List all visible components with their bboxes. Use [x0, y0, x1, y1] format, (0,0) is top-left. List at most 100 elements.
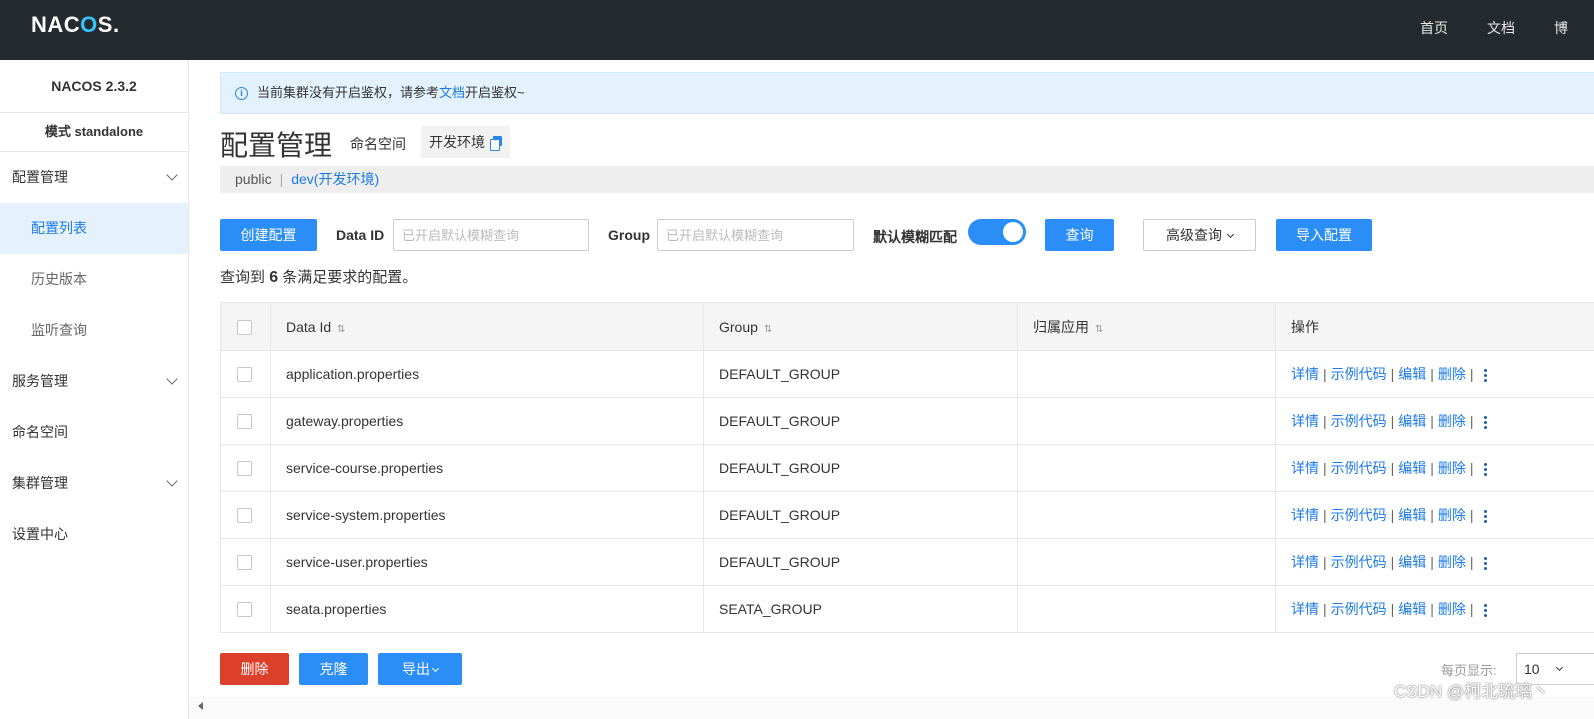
- sidebar-item-listener-query[interactable]: 监听查询: [0, 305, 188, 356]
- nav-blog-link[interactable]: 博: [1554, 18, 1568, 38]
- sidebar-item-label: 配置列表: [31, 220, 87, 236]
- sort-icon[interactable]: ⇅: [764, 324, 772, 335]
- detail-link[interactable]: 详情: [1291, 601, 1319, 617]
- more-options-icon[interactable]: [1483, 368, 1487, 382]
- detail-link[interactable]: 详情: [1291, 460, 1319, 476]
- delete-link[interactable]: 删除: [1438, 554, 1466, 570]
- sidebar-item-config-management[interactable]: 配置管理: [0, 152, 188, 203]
- notice-text: 当前集群没有开启鉴权，请参考: [257, 85, 440, 100]
- sidebar-item-settings[interactable]: 设置中心: [0, 509, 188, 560]
- more-options-icon[interactable]: [1483, 415, 1487, 429]
- scroll-left-icon[interactable]: [198, 702, 203, 710]
- column-group[interactable]: Group ⇅: [703, 302, 1018, 351]
- sidebar-item-label: 配置管理: [12, 169, 68, 185]
- detail-link[interactable]: 详情: [1291, 554, 1319, 570]
- group-input[interactable]: [657, 219, 854, 251]
- group-cell: SEATA_GROUP: [703, 585, 1018, 633]
- action-separator: |: [1390, 507, 1395, 523]
- delete-link[interactable]: 删除: [1438, 601, 1466, 617]
- data-id-cell: application.properties: [270, 350, 704, 398]
- notice-text-end: 开启鉴权~: [465, 85, 525, 100]
- row-checkbox[interactable]: [237, 602, 252, 618]
- column-label: 操作: [1291, 318, 1319, 335]
- edit-link[interactable]: 编辑: [1398, 601, 1426, 617]
- actions-cell: 详情 | 示例代码 | 编辑 | 删除 |: [1275, 444, 1594, 492]
- table-row: service-course.properties DEFAULT_GROUP 详情…: [220, 444, 1594, 492]
- namespace-switcher: public | dev(开发环境): [220, 166, 1594, 193]
- sample-code-link[interactable]: 示例代码: [1331, 507, 1387, 523]
- action-separator: |: [1469, 601, 1474, 617]
- chevron-down-icon: [166, 169, 178, 181]
- row-checkbox[interactable]: [237, 414, 252, 430]
- sidebar-item-history[interactable]: 历史版本: [0, 254, 188, 305]
- sidebar-item-service-management[interactable]: 服务管理: [0, 356, 188, 407]
- select-all-checkbox[interactable]: [237, 319, 252, 335]
- row-checkbox[interactable]: [237, 555, 252, 571]
- sidebar-item-config-list[interactable]: 配置列表: [0, 203, 188, 254]
- sort-icon[interactable]: ⇅: [337, 324, 345, 335]
- sample-code-link[interactable]: 示例代码: [1331, 601, 1387, 617]
- more-options-icon[interactable]: [1483, 603, 1487, 617]
- edit-link[interactable]: 编辑: [1398, 554, 1426, 570]
- detail-link[interactable]: 详情: [1291, 413, 1319, 429]
- action-separator: |: [1469, 413, 1474, 429]
- more-options-icon[interactable]: [1483, 462, 1487, 476]
- toggle-knob: [1003, 222, 1023, 242]
- logo-text-post: S.: [97, 12, 120, 37]
- column-label: Group: [719, 318, 758, 335]
- create-config-button[interactable]: 创建配置: [220, 219, 317, 251]
- copy-icon[interactable]: [490, 136, 502, 151]
- import-config-button[interactable]: 导入配置: [1276, 219, 1372, 251]
- sort-icon[interactable]: ⇅: [1095, 324, 1103, 335]
- mode-label: 模式 standalone: [0, 113, 188, 152]
- data-id-input[interactable]: [393, 219, 589, 251]
- row-checkbox[interactable]: [237, 461, 252, 477]
- delete-link[interactable]: 删除: [1438, 507, 1466, 523]
- sample-code-link[interactable]: 示例代码: [1331, 460, 1387, 476]
- nacos-logo[interactable]: NACOS.: [31, 12, 120, 38]
- detail-link[interactable]: 详情: [1291, 366, 1319, 382]
- table-row: gateway.properties DEFAULT_GROUP 详情 | 示例代码 | 编…: [220, 397, 1594, 445]
- action-separator: |: [1323, 413, 1327, 429]
- edit-link[interactable]: 编辑: [1398, 460, 1426, 476]
- data-id-label: Data ID: [336, 227, 385, 243]
- advanced-query-button[interactable]: 高级查询: [1143, 219, 1256, 251]
- sidebar-item-cluster-management[interactable]: 集群管理: [0, 458, 188, 509]
- chevron-down-icon: [166, 373, 178, 385]
- notice-doc-link[interactable]: 文档: [439, 85, 465, 100]
- export-button[interactable]: 导出: [378, 653, 462, 685]
- delete-link[interactable]: 删除: [1438, 366, 1466, 382]
- config-table: Data Id ⇅ Group ⇅ 归属应用 ⇅ 操作 application.pro…: [220, 302, 1594, 633]
- edit-link[interactable]: 编辑: [1398, 366, 1426, 382]
- namespace-dev-link[interactable]: dev(开发环境): [291, 171, 379, 187]
- actions-cell: 详情 | 示例代码 | 编辑 | 删除 |: [1275, 538, 1594, 586]
- table-header-row: Data Id ⇅ Group ⇅ 归属应用 ⇅ 操作: [220, 302, 1594, 351]
- row-checkbox[interactable]: [237, 367, 252, 383]
- select-all-cell: [220, 302, 271, 351]
- column-app[interactable]: 归属应用 ⇅: [1017, 302, 1276, 351]
- edit-link[interactable]: 编辑: [1398, 413, 1426, 429]
- clone-button[interactable]: 克隆: [299, 653, 368, 685]
- nav-home-link[interactable]: 首页: [1420, 18, 1448, 38]
- edit-link[interactable]: 编辑: [1398, 507, 1426, 523]
- app-cell: [1017, 397, 1276, 445]
- column-label: 归属应用: [1033, 318, 1089, 335]
- more-options-icon[interactable]: [1483, 556, 1487, 570]
- sample-code-link[interactable]: 示例代码: [1331, 366, 1387, 382]
- sample-code-link[interactable]: 示例代码: [1331, 554, 1387, 570]
- horizontal-scrollbar[interactable]: [189, 697, 1594, 719]
- detail-link[interactable]: 详情: [1291, 507, 1319, 523]
- more-options-icon[interactable]: [1483, 509, 1487, 523]
- sample-code-link[interactable]: 示例代码: [1331, 413, 1387, 429]
- nav-docs-link[interactable]: 文档: [1487, 18, 1515, 38]
- sidebar-item-namespace[interactable]: 命名空间: [0, 407, 188, 458]
- delete-link[interactable]: 删除: [1438, 460, 1466, 476]
- fuzzy-match-toggle[interactable]: [968, 219, 1026, 245]
- row-checkbox[interactable]: [237, 508, 252, 524]
- delete-link[interactable]: 删除: [1438, 413, 1466, 429]
- column-data-id[interactable]: Data Id ⇅: [270, 302, 704, 351]
- query-button[interactable]: 查询: [1045, 219, 1114, 251]
- namespace-chip: 开发环境: [421, 126, 510, 158]
- bulk-delete-button[interactable]: 删除: [220, 653, 289, 685]
- namespace-public-link[interactable]: public: [235, 171, 272, 187]
